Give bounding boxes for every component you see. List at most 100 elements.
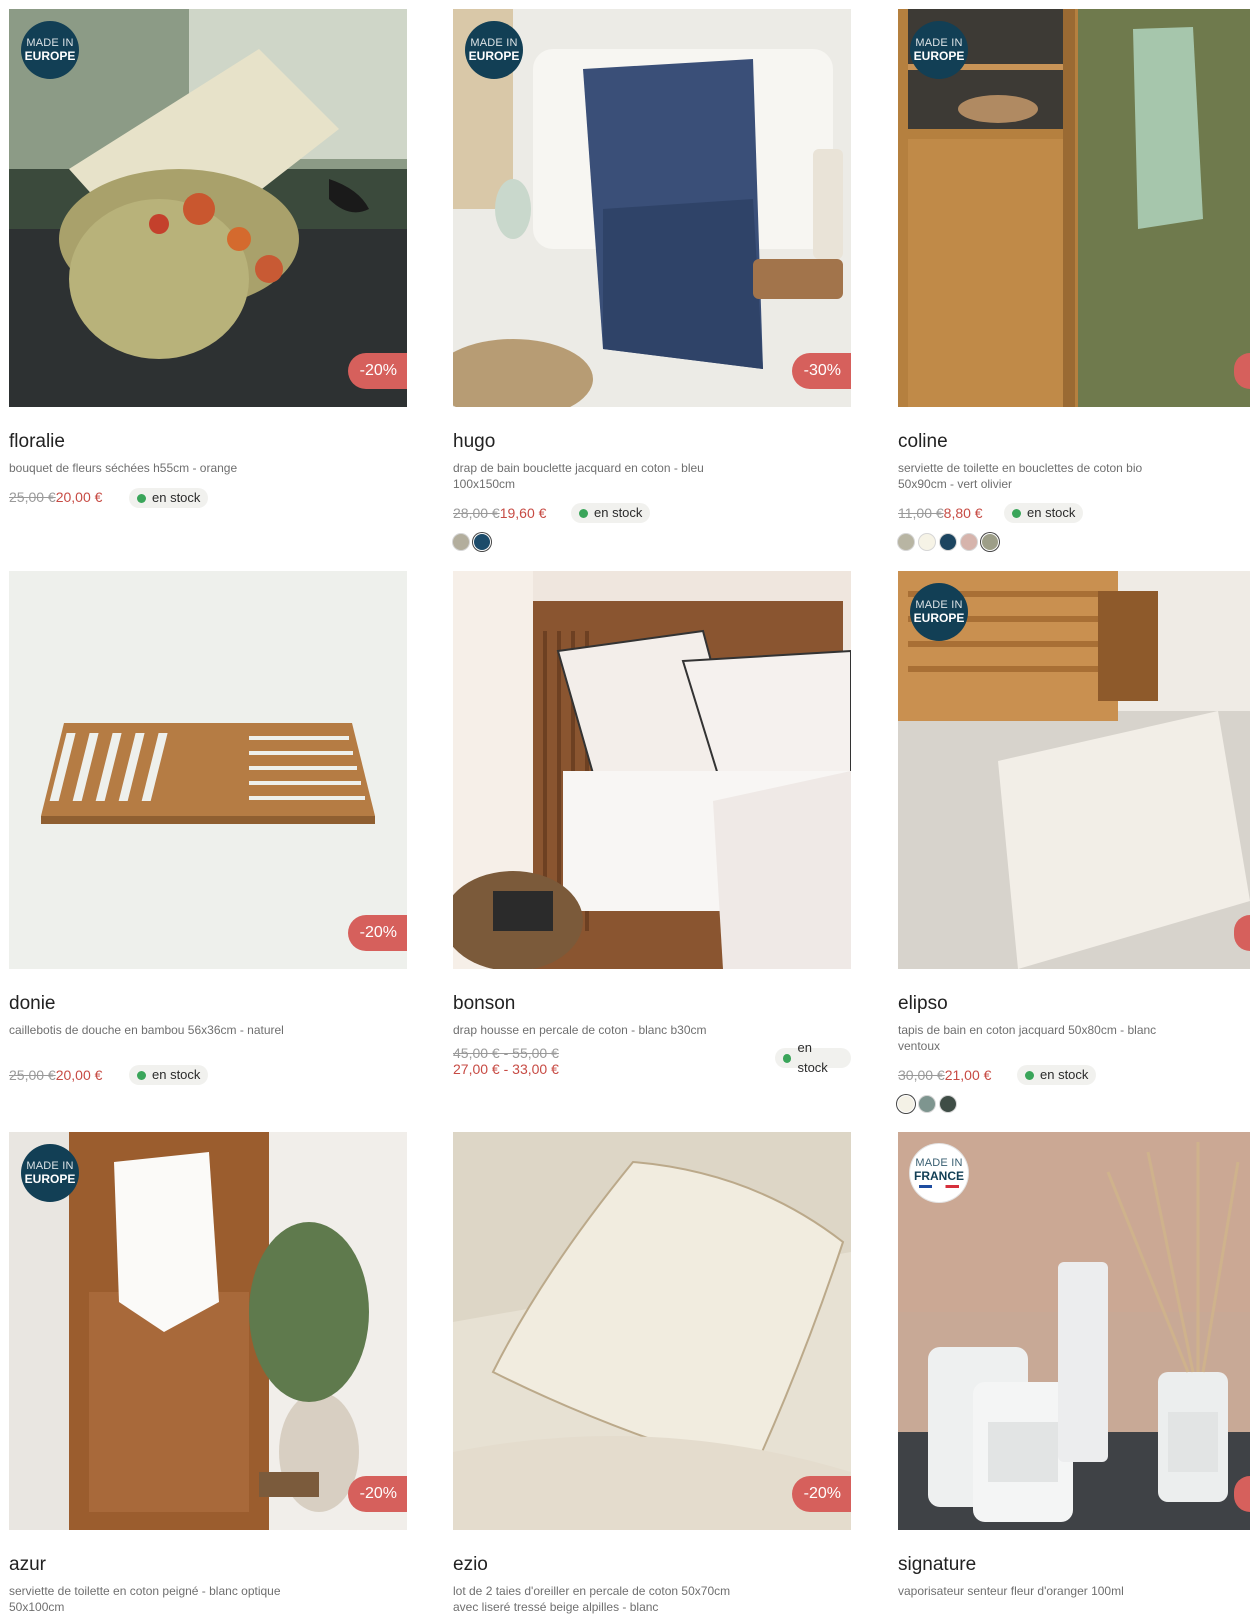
bed-sheet-photo	[453, 571, 851, 969]
product-image[interactable]: MADE IN FRANCE	[898, 1132, 1250, 1530]
bamboo-mat-photo	[9, 571, 407, 969]
stock-label: en stock	[152, 490, 201, 505]
in-stock-dot-icon	[1025, 1070, 1034, 1080]
in-stock-dot-icon	[579, 508, 588, 518]
product-price: 45,00 € - 55,00 €27,00 € - 33,00 €	[453, 1045, 559, 1077]
color-swatches	[898, 1096, 956, 1112]
product-card-donie[interactable]: -20% donie caillebotis de douche en bamb…	[9, 571, 407, 1085]
color-swatch[interactable]	[940, 1096, 956, 1112]
pillowcase-photo	[453, 1132, 851, 1530]
product-description: serviette de toilette en bouclettes de c…	[898, 461, 1143, 491]
in-stock-dot-icon	[783, 1053, 792, 1063]
discount-badge: -20%	[347, 1476, 407, 1512]
stock-status: en stock	[1017, 1065, 1097, 1085]
product-card-signature[interactable]: MADE IN FRANCE signature vaporisateur se…	[898, 1132, 1250, 1598]
french-flag-icon	[919, 1185, 959, 1188]
product-image[interactable]	[453, 571, 851, 969]
color-swatches	[898, 534, 998, 550]
stock-label: en stock	[594, 505, 643, 520]
badge-line2: FRANCE	[914, 1169, 964, 1183]
badge-line1: MADE IN	[915, 1157, 963, 1169]
sale-price: 8,80 €	[943, 505, 983, 521]
color-swatch[interactable]	[940, 534, 956, 550]
color-swatch-selected[interactable]	[898, 1096, 914, 1112]
product-name[interactable]: elipso	[898, 993, 948, 1015]
sale-price: 20,00 €	[55, 489, 103, 505]
stock-label: en stock	[1040, 1067, 1089, 1082]
in-stock-dot-icon	[137, 493, 146, 503]
stock-status: en stock	[1004, 503, 1084, 523]
product-image[interactable]: MADE IN EUROPE -20%	[9, 1132, 407, 1530]
product-card-hugo[interactable]: MADE IN EUROPE -30% hugo drap de bain bo…	[453, 9, 851, 550]
made-in-europe-badge: MADE IN EUROPE	[21, 1144, 79, 1202]
discount-badge: -20%	[791, 1476, 851, 1512]
color-swatch[interactable]	[453, 534, 469, 550]
sale-price: 19,60 €	[499, 505, 547, 521]
product-description: lot de 2 taies d'oreiller en percale de …	[453, 1584, 731, 1614]
product-name[interactable]: donie	[9, 993, 56, 1015]
stock-status: en stock	[571, 503, 651, 523]
badge-line2: EUROPE	[468, 49, 520, 63]
product-card-coline[interactable]: MADE IN EUROPE coline serviette de toile…	[898, 9, 1250, 550]
color-swatch[interactable]	[919, 1096, 935, 1112]
product-card-azur[interactable]: MADE IN EUROPE -20% azur serviette de to…	[9, 1132, 407, 1614]
product-description: serviette de toilette en coton peigné - …	[9, 1584, 281, 1614]
product-description: caillebotis de douche en bambou 56x36cm …	[9, 1023, 284, 1037]
product-card-elipso[interactable]: MADE IN EUROPE elipso tapis de bain en c…	[898, 571, 1250, 1112]
badge-line1: MADE IN	[26, 1160, 74, 1172]
product-name[interactable]: ezio	[453, 1554, 488, 1576]
old-price: 28,00 €	[453, 505, 500, 521]
made-in-france-badge: MADE IN FRANCE	[910, 1144, 968, 1202]
product-description: bouquet de fleurs séchées h55cm - orange	[9, 461, 238, 475]
product-card-ezio[interactable]: -20% ezio lot de 2 taies d'oreiller en p…	[453, 1132, 851, 1614]
badge-line2: EUROPE	[913, 611, 965, 625]
product-card-bonson[interactable]: bonson drap housse en percale de coton -…	[453, 571, 851, 1077]
product-image[interactable]: MADE IN EUROPE -20%	[9, 9, 407, 407]
product-name[interactable]: bonson	[453, 993, 515, 1015]
badge-line1: MADE IN	[26, 37, 74, 49]
product-image[interactable]: -20%	[9, 571, 407, 969]
old-price: 25,00 €	[9, 489, 56, 505]
product-image[interactable]: MADE IN EUROPE -30%	[453, 9, 851, 407]
badge-line1: MADE IN	[470, 37, 518, 49]
stock-status: en stock	[775, 1040, 851, 1075]
in-stock-dot-icon	[1012, 508, 1021, 518]
badge-line2: EUROPE	[24, 1172, 76, 1186]
discount-badge: -20%	[347, 915, 407, 951]
old-price: 30,00 €	[898, 1067, 945, 1083]
product-name[interactable]: signature	[898, 1554, 976, 1576]
product-price: 11,00 €8,80 €	[898, 505, 983, 521]
product-name[interactable]: coline	[898, 431, 948, 453]
color-swatch-selected[interactable]	[982, 534, 998, 550]
color-swatch[interactable]	[919, 534, 935, 550]
color-swatch[interactable]	[961, 534, 977, 550]
product-price: 25,00 €20,00 €	[9, 1067, 102, 1083]
made-in-europe-badge: MADE IN EUROPE	[21, 21, 79, 79]
product-name[interactable]: azur	[9, 1554, 46, 1576]
badge-line2: EUROPE	[24, 49, 76, 63]
color-swatches	[453, 534, 490, 550]
sale-price: 20,00 €	[55, 1067, 103, 1083]
product-description: drap de bain bouclette jacquard en coton…	[453, 461, 704, 491]
old-price: 11,00 €	[898, 505, 944, 521]
product-price: 28,00 €19,60 €	[453, 505, 546, 521]
discount-badge: -30%	[791, 353, 851, 389]
product-image[interactable]: MADE IN EUROPE	[898, 9, 1250, 407]
color-swatch[interactable]	[898, 534, 914, 550]
product-description: drap housse en percale de coton - blanc …	[453, 1023, 707, 1037]
old-price: 25,00 €	[9, 1067, 56, 1083]
stock-status: en stock	[129, 488, 209, 508]
product-image[interactable]: MADE IN EUROPE	[898, 571, 1250, 969]
product-name[interactable]: floralie	[9, 431, 65, 453]
sale-price: 27,00 € - 33,00 €	[453, 1061, 559, 1077]
color-swatch-selected[interactable]	[474, 534, 490, 550]
stock-label: en stock	[1027, 505, 1076, 520]
product-name[interactable]: hugo	[453, 431, 495, 453]
product-card-floralie[interactable]: MADE IN EUROPE -20% floralie bouquet de …	[9, 9, 407, 508]
product-price: 25,00 €20,00 €	[9, 489, 102, 505]
made-in-europe-badge: MADE IN EUROPE	[910, 583, 968, 641]
product-price: 30,00 €21,00 €	[898, 1067, 991, 1083]
product-description: vaporisateur senteur fleur d'oranger 100…	[898, 1584, 1124, 1598]
made-in-europe-badge: MADE IN EUROPE	[465, 21, 523, 79]
product-image[interactable]: -20%	[453, 1132, 851, 1530]
